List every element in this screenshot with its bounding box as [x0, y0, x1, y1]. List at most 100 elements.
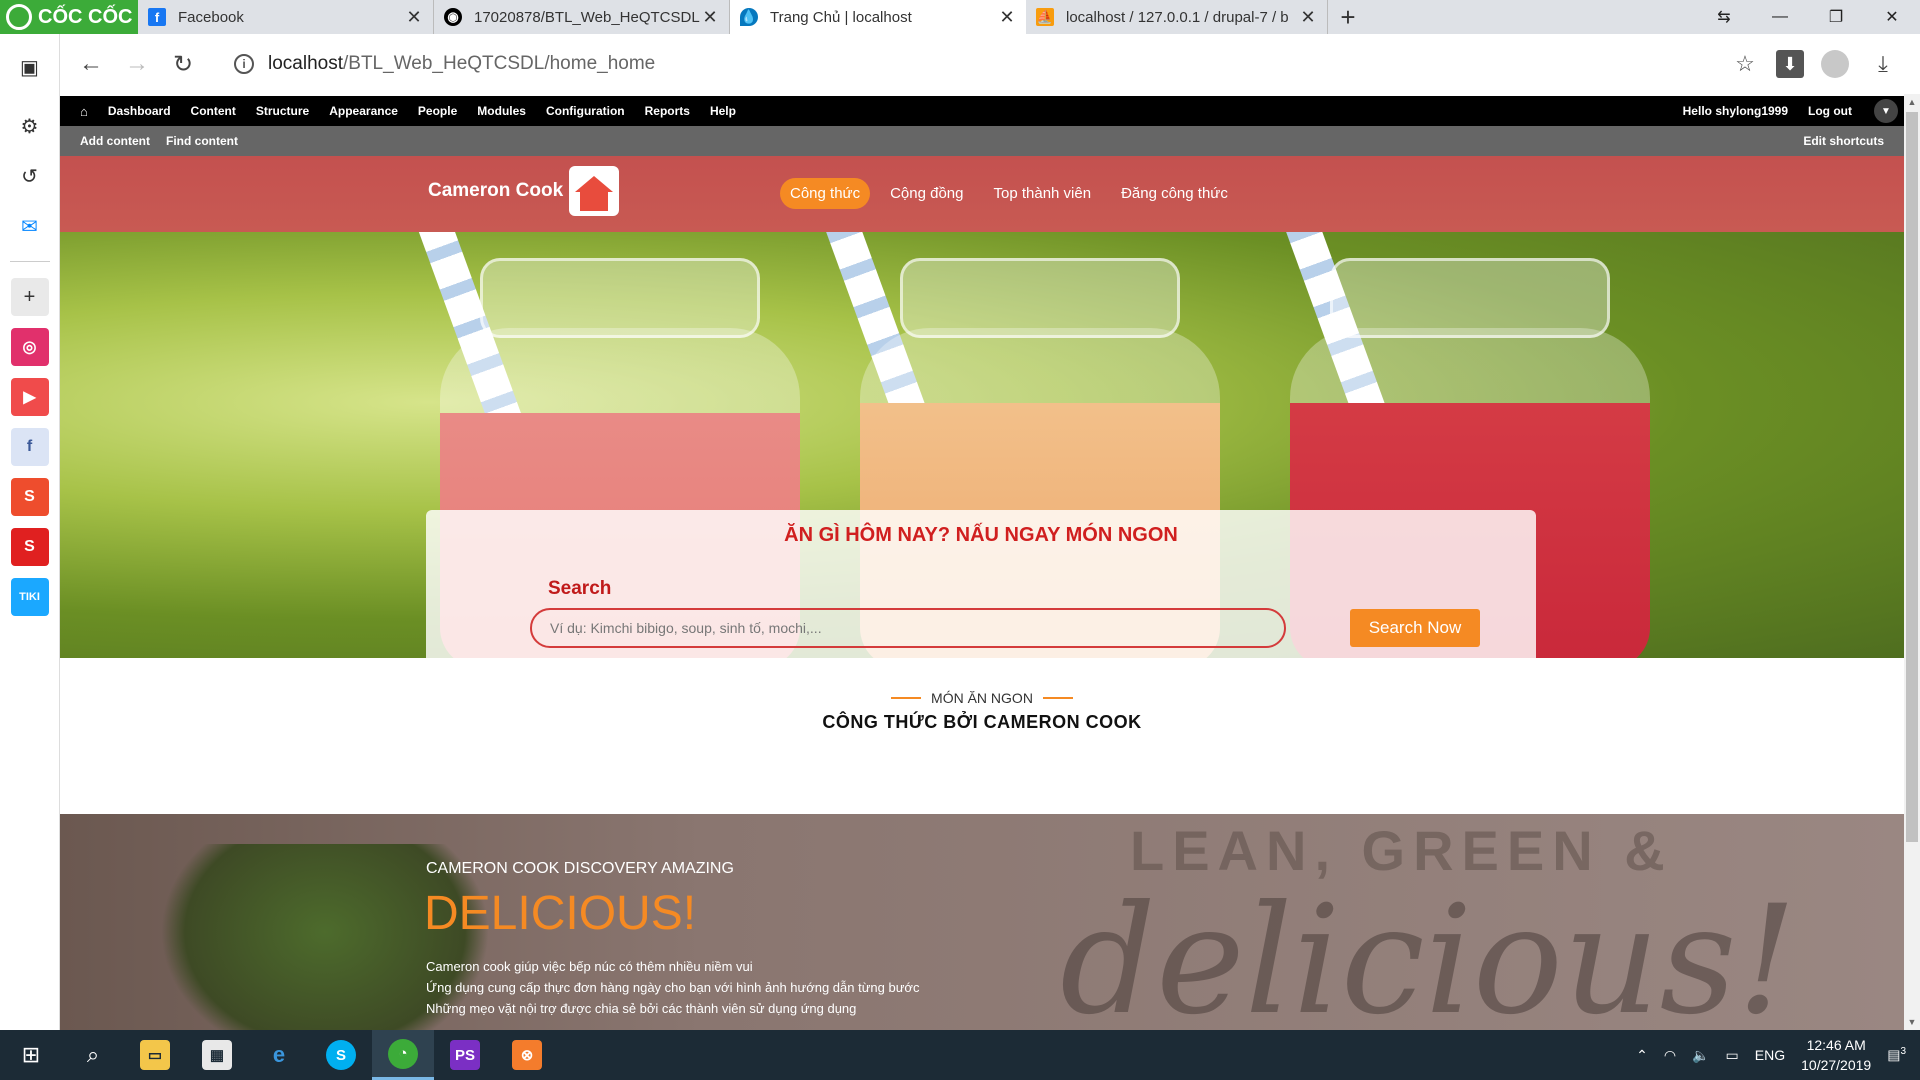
- nav-top-thanh-vien[interactable]: Top thành viên: [983, 178, 1101, 209]
- tab-trang-chu[interactable]: 💧 Trang Chủ | localhost ✕: [730, 0, 1026, 34]
- profile-button[interactable]: [1818, 47, 1852, 81]
- wifi-icon[interactable]: ◠: [1664, 1047, 1676, 1064]
- admin-menu-dashboard[interactable]: Dashboard: [98, 104, 181, 118]
- close-window-button[interactable]: ✕: [1864, 0, 1920, 34]
- restore-button[interactable]: ❐: [1808, 0, 1864, 34]
- tab-search-icon[interactable]: ⇆: [1696, 0, 1752, 34]
- new-tab-button[interactable]: +: [1328, 0, 1368, 34]
- toolbar-drawer-toggle[interactable]: ▼: [1874, 99, 1898, 123]
- coccoc-brand: CỐC CỐC: [38, 5, 133, 28]
- reload-button[interactable]: ↻: [160, 41, 206, 87]
- tab-title: Trang Chủ | localhost: [770, 8, 912, 26]
- admin-menu-content[interactable]: Content: [181, 104, 246, 118]
- instagram-icon[interactable]: ◎: [10, 328, 49, 366]
- file-explorer-icon[interactable]: ▭: [124, 1030, 186, 1080]
- site-brand[interactable]: Cameron Cook: [428, 166, 620, 216]
- shortcut-find-content[interactable]: Find content: [166, 134, 238, 148]
- downloads-icon[interactable]: ⤓: [1866, 47, 1900, 81]
- tiki-icon[interactable]: TIKI: [10, 578, 49, 616]
- sendo-icon[interactable]: S: [10, 528, 49, 566]
- admin-menu-reports[interactable]: Reports: [635, 104, 700, 118]
- avatar: [1821, 50, 1849, 78]
- tab-github[interactable]: ◉ 17020878/BTL_Web_HeQTCSDL ✕: [434, 0, 730, 34]
- admin-menu-help[interactable]: Help: [700, 104, 746, 118]
- clock[interactable]: 12:46 AM 10/27/2019: [1801, 1035, 1871, 1075]
- close-icon[interactable]: ✕: [405, 7, 423, 28]
- back-button[interactable]: ←: [68, 41, 114, 87]
- volume-icon[interactable]: 🔈: [1692, 1047, 1709, 1064]
- system-tray: ⌃ ◠ 🔈 ▭ ENG 12:46 AM 10/27/2019 ▤3: [1636, 1035, 1920, 1075]
- section-heading: MÓN ĂN NGON CÔNG THỨC BỞI CAMERON COOK: [60, 686, 1904, 733]
- admin-menu-modules[interactable]: Modules: [467, 104, 536, 118]
- site-header: Cameron Cook Công thức Cộng đồng Top thà…: [60, 156, 1904, 232]
- youtube-icon[interactable]: ▶: [10, 378, 49, 416]
- url-path: /BTL_Web_HeQTCSDL/home_home: [343, 53, 656, 74]
- scroll-down-icon[interactable]: ▼: [1904, 1014, 1920, 1030]
- notification-center-icon[interactable]: ▤3: [1887, 1046, 1906, 1064]
- settings-icon[interactable]: ⚙: [11, 107, 49, 145]
- search-icon[interactable]: ⌕: [62, 1030, 124, 1080]
- search-now-button[interactable]: Search Now: [1350, 609, 1480, 647]
- search-label: Search: [548, 578, 612, 599]
- browser-sidebar: ▣ ⚙ ↺ ✉ + ◎ ▶ f S S TIKI: [0, 34, 60, 1030]
- edit-shortcuts-link[interactable]: Edit shortcuts: [1803, 134, 1884, 148]
- discovery-description: Cameron cook giúp việc bếp núc có thêm n…: [426, 956, 919, 1019]
- hello-text: Hello shylong1999: [1683, 104, 1788, 118]
- sidebar-toggle-icon[interactable]: ▣: [11, 48, 49, 86]
- windows-start-icon[interactable]: ⊞: [0, 1030, 62, 1080]
- coccoc-taskbar-icon[interactable]: ◔: [372, 1030, 434, 1080]
- language-indicator[interactable]: ENG: [1755, 1047, 1785, 1063]
- messenger-icon[interactable]: ✉: [11, 207, 49, 245]
- divider: [9, 261, 50, 262]
- edge-icon[interactable]: e: [248, 1030, 310, 1080]
- page-scrollbar[interactable]: ▲ ▼: [1904, 94, 1920, 1030]
- close-icon[interactable]: ✕: [998, 7, 1016, 28]
- divider: [891, 697, 922, 699]
- info-icon[interactable]: i: [234, 54, 254, 74]
- scroll-up-icon[interactable]: ▲: [1904, 94, 1920, 110]
- tab-strip: CỐC CỐC f Facebook ✕ ◉ 17020878/BTL_Web_…: [0, 0, 1920, 34]
- coccoc-logo[interactable]: CỐC CỐC: [0, 0, 138, 34]
- tab-facebook[interactable]: f Facebook ✕: [138, 0, 434, 34]
- battery-icon[interactable]: ▭: [1726, 1047, 1739, 1064]
- shopee-icon[interactable]: S: [10, 478, 49, 516]
- skype-icon[interactable]: S: [310, 1030, 372, 1080]
- admin-menu-appearance[interactable]: Appearance: [319, 104, 408, 118]
- phpmyadmin-icon: ⛵: [1036, 8, 1054, 26]
- recipe-search-input[interactable]: [530, 608, 1286, 648]
- site-name: Cameron Cook: [428, 180, 564, 201]
- admin-menu-configuration[interactable]: Configuration: [536, 104, 635, 118]
- home-icon[interactable]: ⌂: [60, 104, 98, 119]
- logout-link[interactable]: Log out: [1798, 104, 1862, 118]
- drupal-admin-toolbar: ⌂ Dashboard Content Structure Appearance…: [60, 96, 1904, 126]
- add-icon[interactable]: +: [10, 278, 49, 316]
- bookmark-star-icon[interactable]: ☆: [1728, 47, 1762, 81]
- close-icon[interactable]: ✕: [1299, 7, 1317, 28]
- forward-button[interactable]: →: [114, 41, 160, 87]
- username-link[interactable]: shylong1999: [1715, 104, 1788, 118]
- download-page-icon[interactable]: ⬇: [1776, 50, 1804, 78]
- nav-cong-thuc[interactable]: Công thức: [780, 178, 871, 209]
- admin-menu-structure[interactable]: Structure: [246, 104, 319, 118]
- scrollbar-thumb[interactable]: [1906, 112, 1918, 842]
- chevron-up-icon[interactable]: ⌃: [1636, 1047, 1648, 1064]
- phpstorm-icon[interactable]: PS: [434, 1030, 496, 1080]
- minimize-button[interactable]: —: [1752, 0, 1808, 34]
- store-icon[interactable]: ▦: [186, 1030, 248, 1080]
- clock-time: 12:46 AM: [1806, 1037, 1866, 1053]
- nav-dang-cong-thuc[interactable]: Đăng công thức: [1111, 178, 1238, 209]
- discovery-eyebrow: CAMERON COOK DISCOVERY AMAZING: [426, 860, 734, 877]
- history-icon[interactable]: ↺: [11, 157, 49, 195]
- address-bar[interactable]: i localhost/BTL_Web_HeQTCSDL/home_home: [220, 42, 1720, 86]
- section-eyebrow: MÓN ĂN NGON: [891, 690, 1073, 706]
- drupal-shortcuts-bar: Add content Find content Edit shortcuts: [60, 126, 1904, 156]
- admin-menu-people[interactable]: People: [408, 104, 467, 118]
- discovery-line: Cameron cook giúp việc bếp núc có thêm n…: [426, 959, 753, 974]
- nav-cong-dong[interactable]: Cộng đồng: [880, 178, 973, 209]
- shortcut-add-content[interactable]: Add content: [80, 134, 150, 148]
- tab-phpmyadmin[interactable]: ⛵ localhost / 127.0.0.1 / drupal-7 / b ✕: [1026, 0, 1328, 34]
- xampp-icon[interactable]: ⊗: [496, 1030, 558, 1080]
- close-icon[interactable]: ✕: [701, 7, 719, 28]
- facebook-icon[interactable]: f: [10, 428, 49, 466]
- hero-banner: ĂN GÌ HÔM NAY? NẤU NGAY MÓN NGON Search …: [60, 232, 1904, 658]
